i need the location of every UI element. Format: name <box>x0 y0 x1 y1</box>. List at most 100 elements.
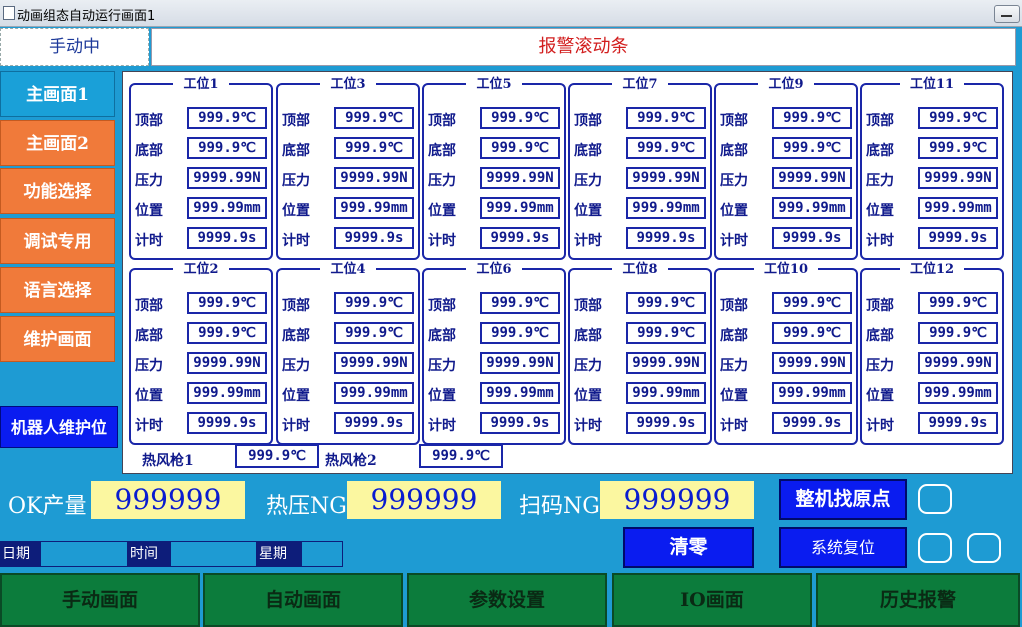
station-row-timer: 计时 9999.9s <box>866 227 1002 251</box>
nav-alarm-history[interactable]: 历史报警 <box>816 573 1020 627</box>
heat-gun-1-label: 热风枪1 <box>142 453 194 469</box>
field-label: 顶部 <box>866 113 894 129</box>
timer-value: 9999.9s <box>480 227 560 249</box>
station-row-pressure: 压力 9999.99N <box>720 352 856 376</box>
station-row-top-temp: 顶部 999.9℃ <box>574 292 710 316</box>
round-button-1[interactable] <box>918 484 952 514</box>
station-row-top-temp: 顶部 999.9℃ <box>720 292 856 316</box>
minimize-button[interactable] <box>994 5 1020 23</box>
scan-ng-label: 扫码NG <box>519 494 600 519</box>
hot-press-ng-value: 999999 <box>347 481 501 519</box>
field-label: 底部 <box>135 328 163 344</box>
station-row-position: 位置 999.99mm <box>720 197 856 221</box>
field-label: 顶部 <box>282 298 310 314</box>
station-row-position: 位置 999.99mm <box>866 197 1002 221</box>
timer-value: 9999.9s <box>772 412 852 434</box>
station-card: 工位2 顶部 999.9℃ 底部 999.9℃ 压力 9999.99N 位置 999.99mm 计… <box>129 262 273 445</box>
field-label: 计时 <box>866 233 894 249</box>
round-button-2[interactable] <box>918 533 952 563</box>
station-title: 工位4 <box>320 262 376 277</box>
nav-parameter-settings[interactable]: 参数设置 <box>407 573 607 627</box>
field-label: 计时 <box>428 418 456 434</box>
field-label: 顶部 <box>574 113 602 129</box>
nav-main-screen-2[interactable]: 主画面2 <box>0 120 115 166</box>
timer-value: 9999.9s <box>334 412 414 434</box>
station-card: 工位5 顶部 999.9℃ 底部 999.9℃ 压力 9999.99N 位置 999.99mm 计… <box>422 77 566 260</box>
minimize-icon <box>1001 15 1012 17</box>
bottom-temp-value: 999.9℃ <box>772 322 852 344</box>
bottom-temp-value: 999.9℃ <box>334 137 414 159</box>
field-label: 底部 <box>720 143 748 159</box>
nav-io-screen[interactable]: IO画面 <box>612 573 812 627</box>
station-title: 工位8 <box>612 262 668 277</box>
field-label: 计时 <box>574 418 602 434</box>
field-label: 顶部 <box>135 113 163 129</box>
station-row-position: 位置 999.99mm <box>135 197 271 221</box>
pressure-value: 9999.99N <box>772 167 852 189</box>
station-row-timer: 计时 9999.9s <box>135 412 271 436</box>
clear-button[interactable]: 清零 <box>623 527 754 568</box>
mode-indicator: 手动中 <box>0 28 149 66</box>
pressure-value: 9999.99N <box>187 167 267 189</box>
nav-language-select[interactable]: 语言选择 <box>0 267 115 313</box>
station-row-bottom-temp: 底部 999.9℃ <box>282 137 418 161</box>
position-value: 999.99mm <box>772 197 852 219</box>
field-label: 顶部 <box>282 113 310 129</box>
bottom-temp-value: 999.9℃ <box>918 137 998 159</box>
position-value: 999.99mm <box>626 197 706 219</box>
station-title: 工位2 <box>173 262 229 277</box>
pressure-value: 9999.99N <box>772 352 852 374</box>
date-value <box>40 541 128 567</box>
field-label: 压力 <box>574 358 602 374</box>
field-label: 顶部 <box>720 113 748 129</box>
nav-main-screen-1[interactable]: 主画面1 <box>0 71 115 117</box>
timer-value: 9999.9s <box>626 227 706 249</box>
weekday-label: 星期 <box>257 541 301 567</box>
pressure-value: 9999.99N <box>480 352 560 374</box>
station-row-timer: 计时 9999.9s <box>135 227 271 251</box>
field-label: 底部 <box>428 143 456 159</box>
station-row-position: 位置 999.99mm <box>428 382 564 406</box>
field-label: 位置 <box>720 203 748 219</box>
field-label: 计时 <box>720 418 748 434</box>
nav-debug[interactable]: 调试专用 <box>0 218 115 264</box>
field-label: 底部 <box>866 143 894 159</box>
nav-auto-screen[interactable]: 自动画面 <box>203 573 403 627</box>
home-all-button[interactable]: 整机找原点 <box>779 479 907 520</box>
field-label: 位置 <box>428 388 456 404</box>
station-row-position: 位置 999.99mm <box>282 197 418 221</box>
station-row-pressure: 压力 9999.99N <box>282 167 418 191</box>
station-row-top-temp: 顶部 999.9℃ <box>428 292 564 316</box>
station-title: 工位9 <box>758 77 814 92</box>
pressure-value: 9999.99N <box>626 352 706 374</box>
station-row-position: 位置 999.99mm <box>428 197 564 221</box>
field-label: 位置 <box>428 203 456 219</box>
top-temp-value: 999.9℃ <box>772 107 852 129</box>
field-label: 位置 <box>135 388 163 404</box>
field-label: 压力 <box>720 173 748 189</box>
pressure-value: 9999.99N <box>334 352 414 374</box>
station-row-bottom-temp: 底部 999.9℃ <box>135 137 271 161</box>
top-temp-value: 999.9℃ <box>187 107 267 129</box>
field-label: 位置 <box>574 203 602 219</box>
station-row-top-temp: 顶部 999.9℃ <box>866 107 1002 131</box>
robot-maintenance-button[interactable]: 机器人维护位 <box>0 406 118 448</box>
nav-manual-screen[interactable]: 手动画面 <box>0 573 200 627</box>
station-row-timer: 计时 9999.9s <box>574 412 710 436</box>
top-temp-value: 999.9℃ <box>334 292 414 314</box>
station-row-top-temp: 顶部 999.9℃ <box>282 292 418 316</box>
heat-gun-1-value: 999.9℃ <box>235 444 319 468</box>
field-label: 位置 <box>866 203 894 219</box>
nav-function-select[interactable]: 功能选择 <box>0 168 115 214</box>
station-row-bottom-temp: 底部 999.9℃ <box>720 322 856 346</box>
bottom-temp-value: 999.9℃ <box>772 137 852 159</box>
nav-maintenance[interactable]: 维护画面 <box>0 316 115 362</box>
window-title: 动画组态自动运行画面1 <box>17 9 156 24</box>
app-icon <box>3 6 15 20</box>
system-reset-button[interactable]: 系统复位 <box>779 527 907 568</box>
station-row-timer: 计时 9999.9s <box>720 227 856 251</box>
station-row-bottom-temp: 底部 999.9℃ <box>282 322 418 346</box>
station-card: 工位3 顶部 999.9℃ 底部 999.9℃ 压力 9999.99N 位置 999.99mm 计… <box>276 77 420 260</box>
round-button-3[interactable] <box>967 533 1001 563</box>
station-row-timer: 计时 9999.9s <box>282 227 418 251</box>
